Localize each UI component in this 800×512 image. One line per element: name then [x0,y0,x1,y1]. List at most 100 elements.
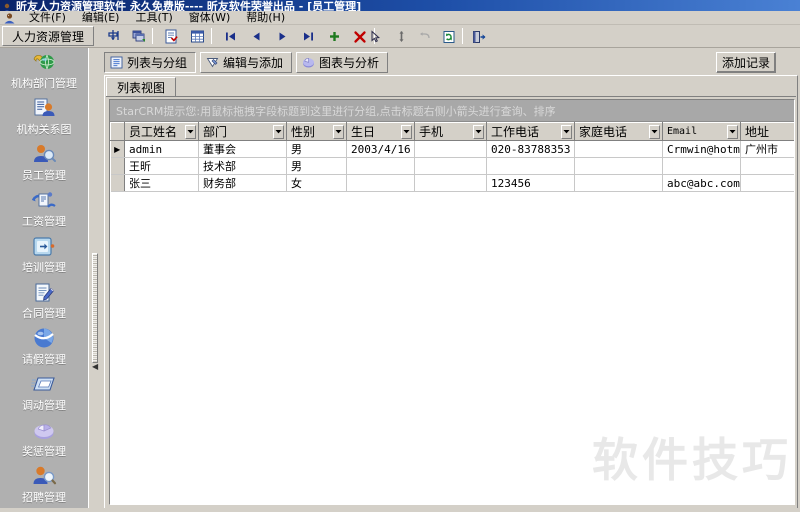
tab-edit-add[interactable]: 编辑与添加 [200,51,293,73]
table-cell[interactable] [574,140,663,158]
table-cell[interactable]: 广州市 [740,140,794,158]
column-header-label: 员工姓名 [129,125,178,139]
table-cell[interactable]: 020-83788353 [486,140,575,158]
column-header-home-phone[interactable]: 家庭电话 [574,122,663,141]
sub-tab-list-view[interactable]: 列表视图 [106,77,177,96]
data-grid: StarCRM提示您:用鼠标拖拽字段标题到这里进行分组,点击标题右侧小箭头进行查… [109,99,795,505]
chevron-down-icon[interactable] [649,124,660,139]
menu-file[interactable]: 文件(F) [21,11,74,24]
column-header-birthday[interactable]: 生日 [346,122,415,141]
table-cell[interactable] [740,174,794,192]
sidebar-item-recruit[interactable]: 招聘管理 [0,462,88,508]
table-cell[interactable] [486,157,575,175]
leave-icon [31,326,57,352]
sidebar-item-leave[interactable]: 请假管理 [0,324,88,370]
report-button[interactable] [160,27,182,46]
menu-window[interactable]: 窗体(W) [181,11,238,24]
menu-edit[interactable]: 编辑(E) [74,11,128,24]
table-cell[interactable] [574,157,663,175]
table-cell[interactable] [740,157,794,175]
chevron-down-icon[interactable] [273,124,284,139]
chevron-down-icon[interactable] [401,124,412,139]
nav-last-button[interactable] [297,27,319,46]
table-cell[interactable]: 财务部 [198,174,287,192]
table-cell[interactable] [662,157,741,175]
table-cell[interactable]: Crmwin@hotmai [662,140,741,158]
sort-button[interactable] [390,27,412,46]
column-header-department[interactable]: 部门 [198,122,287,141]
system-menu-icon[interactable] [3,11,16,24]
sidebar-item-employee[interactable]: 员工管理 [0,140,88,186]
table-cell[interactable] [414,157,487,175]
copy-record-button[interactable] [128,27,150,46]
row-indicator-header [110,122,125,141]
add-record-button[interactable] [323,27,345,46]
row-indicator[interactable] [110,157,125,175]
splitter-grip[interactable] [92,253,98,363]
table-cell[interactable] [346,157,415,175]
save-record-button[interactable] [103,27,125,46]
column-header-work-phone[interactable]: 工作电话 [486,122,575,141]
grid-view-button[interactable] [186,27,208,46]
column-header-address[interactable]: 地址 [740,122,794,141]
group-panel-hint[interactable]: StarCRM提示您:用鼠标拖拽字段标题到这里进行分组,点击标题右侧小箭头进行查… [110,100,794,122]
nav-next-button[interactable] [271,27,293,46]
table-cell[interactable] [346,174,415,192]
table-cell[interactable]: 男 [286,157,347,175]
row-indicator[interactable]: ▶ [110,140,125,158]
sidebar-splitter[interactable]: ◀ [88,48,100,512]
tab-list-group[interactable]: 列表与分组 [104,51,197,73]
select-cursor-button[interactable] [364,27,386,46]
chevron-down-icon[interactable] [561,124,572,139]
column-header-gender[interactable]: 性别 [286,122,347,141]
menu-help[interactable]: 帮助(H) [238,11,293,24]
table-cell[interactable]: admin [124,140,199,158]
nav-first-button[interactable] [219,27,241,46]
row-indicator[interactable] [110,174,125,192]
table-cell[interactable]: 女 [286,174,347,192]
refresh-button[interactable] [438,27,460,46]
transfer-icon [31,372,57,398]
table-cell[interactable] [414,140,487,158]
column-header-mobile[interactable]: 手机 [414,122,487,141]
sidebar-item-reward[interactable]: 奖惩管理 [0,416,88,462]
module-tab-hr[interactable]: 人力资源管理 [2,26,94,46]
table-row[interactable]: 张三 财务部女 123456 abc@abc.com [110,174,794,192]
chevron-down-icon[interactable] [727,124,738,139]
table-cell[interactable]: abc@abc.com [662,174,741,192]
chevron-down-icon[interactable] [185,124,196,139]
sidebar-item-salary[interactable]: 工资管理 [0,186,88,232]
tab-chart-analysis[interactable]: 图表与分析 [296,51,389,73]
table-row[interactable]: 王昕 技术部男 [110,157,794,175]
chevron-down-icon[interactable] [473,124,484,139]
sidebar-item-org-chart[interactable]: 机构关系图 [0,94,88,140]
add-record-button[interactable]: 添加记录 [716,52,776,73]
sidebar-item-label: 培训管理 [22,261,66,274]
column-header-name[interactable]: 员工姓名 [124,122,199,141]
table-cell[interactable]: 张三 [124,174,199,192]
collapse-arrow-icon[interactable]: ◀ [92,363,98,371]
sidebar-item-training[interactable]: 培训管理 [0,232,88,278]
table-body: ▶ admin 董事会男 2003/4/16 020-83788353 Crmwin@ho… [110,140,794,192]
table-cell[interactable]: 技术部 [198,157,287,175]
table-row[interactable]: ▶ admin 董事会男 2003/4/16 020-83788353 Crmwin@ho… [110,140,794,158]
table-cell[interactable]: 王昕 [124,157,199,175]
chevron-down-icon[interactable] [333,124,344,139]
window-titlebar: 昕友人力资源管理软件 永久免费版---- 昕友软件荣誉出品 - [员工管理] [0,0,800,11]
table-cell[interactable] [574,174,663,192]
table-cell[interactable]: 2003/4/16 [346,140,415,158]
module-tab-label: 人力资源管理 [11,29,84,44]
table-cell[interactable]: 123456 [486,174,575,192]
menu-tools[interactable]: 工具(T) [127,11,180,24]
column-header-email[interactable]: Email [662,122,741,141]
list-group-icon [110,56,123,69]
sidebar-item-contract[interactable]: 合同管理 [0,278,88,324]
undo-button[interactable] [414,27,436,46]
table-cell[interactable]: 男 [286,140,347,158]
sidebar-item-transfer[interactable]: 调动管理 [0,370,88,416]
table-cell[interactable] [414,174,487,192]
table-cell[interactable]: 董事会 [198,140,287,158]
sidebar-item-org-dept[interactable]: 机构部门管理 [0,48,88,94]
nav-prev-button[interactable] [245,27,267,46]
exit-button[interactable] [468,27,490,46]
